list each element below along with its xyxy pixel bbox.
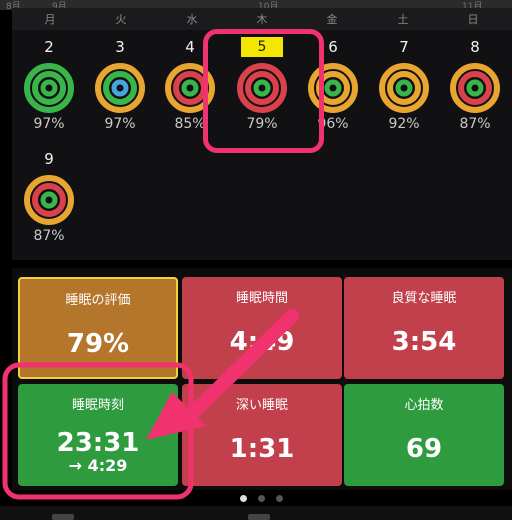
sleep-rings-icon [450,63,500,113]
tile-label: 良質な睡眠 [391,291,457,306]
tile-sleep-score[interactable]: 睡眠の評価 79% [18,277,178,379]
sleep-rings-icon [24,175,74,225]
weekday-label: 日 [467,13,479,26]
tile-sleep-time[interactable]: 睡眠時刻 23:31 → 4:29 [18,384,178,486]
day-score: 87% [459,116,491,132]
calendar-day[interactable]: 8 87% [443,30,507,140]
page-indicator[interactable] [0,490,512,506]
tile-value: 69 [405,434,443,464]
weekday-label: 火 [115,13,127,26]
sleep-rings-icon [95,63,145,113]
weekday-header: 月 火 水 木 金 土 日 [12,8,512,30]
tile-quality-sleep[interactable]: 良質な睡眠 3:54 [344,277,504,379]
calendar-day[interactable]: 9 87% [17,142,81,252]
tile-label: 睡眠時刻 [71,398,124,413]
tile-heart-rate[interactable]: 心拍数 69 [344,384,504,486]
page-dot[interactable] [258,495,265,502]
tile-value: 23:31 [56,428,140,458]
day-number: 8 [470,38,480,56]
tile-sleep-duration[interactable]: 睡眠時間 4:49 [182,277,342,379]
tile-label: 心拍数 [404,398,444,413]
tile-label: 深い睡眠 [235,398,288,413]
highlight-annotation [203,29,324,153]
day-score: 87% [33,228,65,244]
day-number: 3 [115,38,125,56]
tile-value: 3:54 [391,327,457,357]
sleep-rings-icon [24,63,74,113]
day-number: 2 [44,38,54,56]
tile-deep-sleep[interactable]: 深い睡眠 1:31 [182,384,342,486]
calendar-day[interactable]: 2 97% [17,30,81,140]
day-number: 9 [44,150,54,168]
tile-value: 1:31 [229,434,295,464]
calendar-day[interactable]: 3 97% [88,30,152,140]
tab-bar [0,506,512,520]
tab-icon[interactable] [52,514,74,520]
day-score: 92% [388,116,420,132]
page-dot-active[interactable] [240,495,247,502]
tile-value: 4:49 [229,327,295,357]
tile-label: 睡眠時間 [235,291,288,306]
weekday-label: 金 [326,13,338,26]
day-number: 7 [399,38,409,56]
weekday-label: 土 [397,13,409,26]
page-dot[interactable] [276,495,283,502]
tile-value-secondary: → 4:29 [68,456,128,475]
sleep-metrics: 睡眠の評価 79% 睡眠時間 4:49 良質な睡眠 3:54 睡眠時刻 23:3… [12,268,512,490]
weekday-label: 水 [186,13,198,26]
day-score: 97% [104,116,136,132]
tile-label: 睡眠の評価 [65,293,131,308]
weekday-label: 木 [256,13,268,26]
day-score: 97% [33,116,65,132]
tile-value: 79% [66,329,130,359]
calendar-day[interactable]: 7 92% [372,30,436,140]
tab-icon[interactable] [248,514,270,520]
sleep-rings-icon [379,63,429,113]
weekday-label: 月 [44,13,56,26]
